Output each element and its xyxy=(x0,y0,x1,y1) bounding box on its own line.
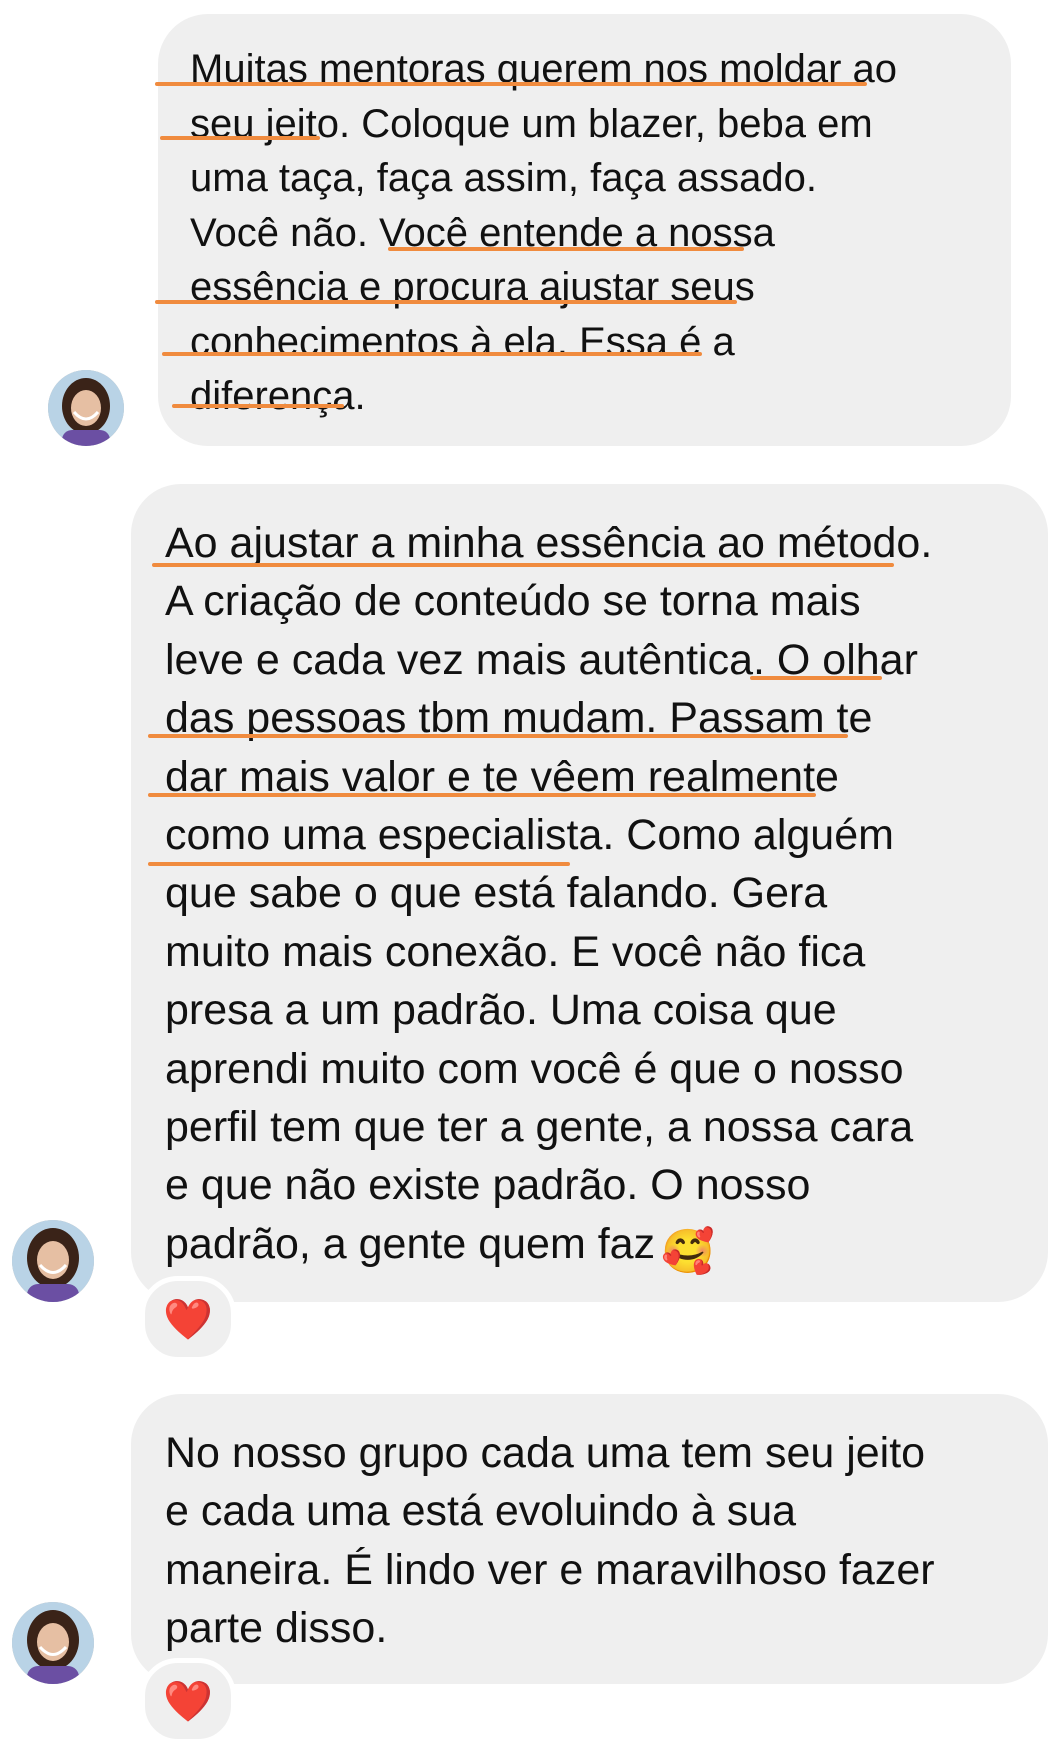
screenshot-card-2: Ao ajustar a minha essência ao método. A… xyxy=(0,0,1063,1744)
message-text-2: Ao ajustar a minha essência ao método. A… xyxy=(165,519,933,1268)
smiling-face-with-hearts-icon: 🥰 xyxy=(661,1227,715,1276)
profile-photo-avatar[interactable] xyxy=(12,1220,94,1302)
avatar-illustration xyxy=(12,1602,94,1684)
message-bubble-2[interactable]: Ao ajustar a minha essência ao método. A… xyxy=(131,484,1048,1302)
avatar-illustration xyxy=(12,1220,94,1302)
highlight-underline xyxy=(152,563,894,567)
highlight-underline xyxy=(148,862,570,866)
highlight-underline xyxy=(750,676,882,680)
message-text-3: No nosso grupo cada uma tem seu jeito e … xyxy=(165,1429,935,1653)
heart-reaction-icon[interactable]: ❤️ xyxy=(140,1276,236,1362)
profile-photo-avatar[interactable] xyxy=(12,1602,94,1684)
message-bubble-3[interactable]: No nosso grupo cada uma tem seu jeito e … xyxy=(131,1394,1048,1684)
highlight-underline xyxy=(148,734,848,738)
heart-reaction-icon[interactable]: ❤️ xyxy=(140,1658,236,1744)
highlight-underline xyxy=(148,793,816,797)
message-text-2-wrapper: Ao ajustar a minha essência ao método. A… xyxy=(165,514,1028,1281)
